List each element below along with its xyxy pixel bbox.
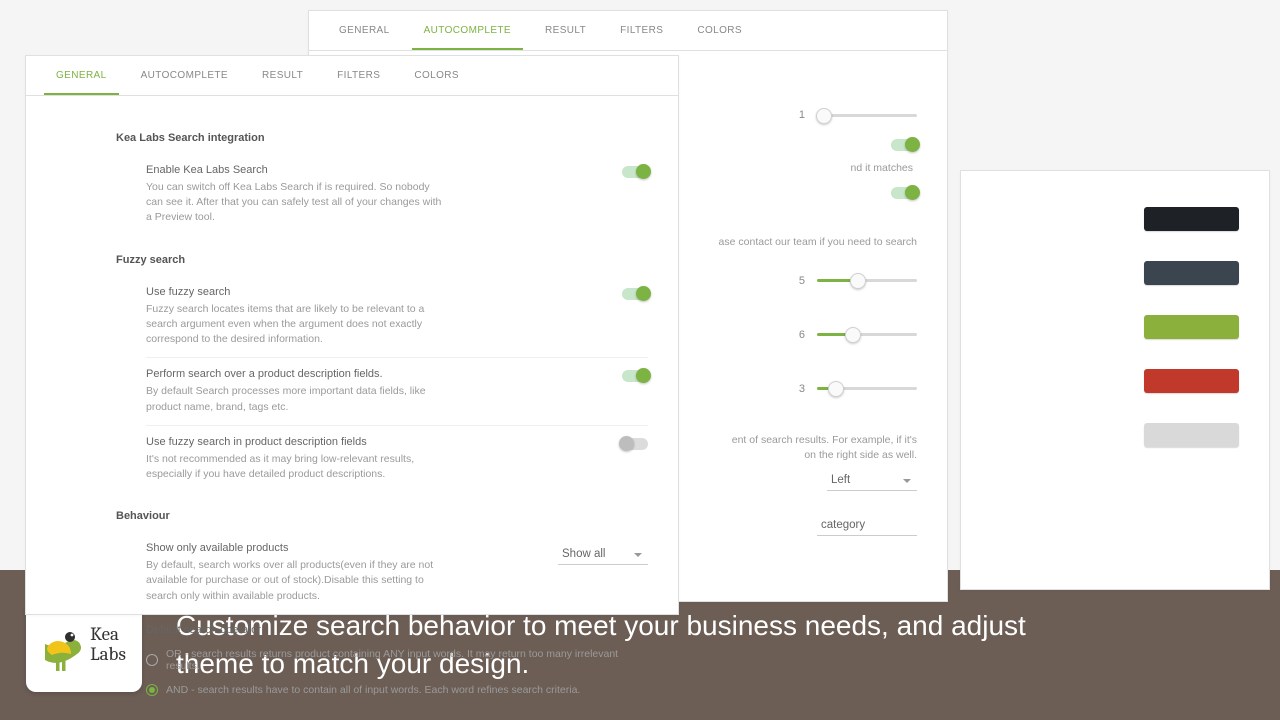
tab-colors[interactable]: COLORS: [685, 11, 754, 50]
enable-desc: You can switch off Kea Labs Search if is…: [146, 180, 446, 226]
toggle-fuzzy[interactable]: [622, 288, 648, 300]
tab-general[interactable]: GENERAL: [44, 56, 119, 95]
panel-general: GENERAL AUTOCOMPLETE RESULT FILTERS COLO…: [25, 55, 679, 615]
tab-colors[interactable]: COLORS: [402, 56, 471, 95]
toggle-ac-1[interactable]: [891, 139, 917, 151]
toggle-fuzzy-description[interactable]: [622, 438, 648, 450]
fuzzydesc-desc: It's not recommended as it may bring low…: [146, 452, 446, 482]
radio-or[interactable]: [146, 654, 158, 666]
fuzzydesc-title: Use fuzzy search in product description …: [146, 436, 538, 448]
color-swatch-4[interactable]: [1144, 369, 1239, 393]
tab-filters[interactable]: FILTERS: [325, 56, 392, 95]
slider-5-value: 5: [789, 275, 805, 287]
radio-or-label: OR - search results returns product cont…: [166, 648, 648, 672]
toggle-ac-2[interactable]: [891, 187, 917, 199]
color-swatch-5[interactable]: [1144, 423, 1239, 447]
color-swatch-3[interactable]: [1144, 315, 1239, 339]
tab-filters[interactable]: FILTERS: [608, 11, 675, 50]
tab-general[interactable]: GENERAL: [327, 11, 402, 50]
fuzzy-title: Use fuzzy search: [146, 286, 538, 298]
select-availability[interactable]: Show all: [558, 544, 648, 565]
toggle-search-description[interactable]: [622, 370, 648, 382]
toggle-enable-search[interactable]: [622, 166, 648, 178]
slider-6[interactable]: [817, 333, 917, 336]
tab-autocomplete[interactable]: AUTOCOMPLETE: [129, 56, 240, 95]
slider-6-value: 6: [789, 329, 805, 341]
slider-1[interactable]: [817, 114, 917, 117]
tabs-general: GENERAL AUTOCOMPLETE RESULT FILTERS COLO…: [26, 56, 678, 96]
searchdesc-desc: By default Search processes more importa…: [146, 384, 446, 414]
slider-3[interactable]: [817, 387, 917, 390]
section-fuzzy: Fuzzy search: [116, 254, 648, 266]
section-integration: Kea Labs Search integration: [116, 132, 648, 144]
tab-result[interactable]: RESULT: [533, 11, 598, 50]
radio-and-row[interactable]: AND - search results have to contain all…: [146, 678, 648, 702]
section-behaviour: Behaviour: [116, 510, 648, 522]
slider-3-value: 3: [789, 383, 805, 395]
defop-title: Default search operator: [146, 624, 648, 636]
color-swatch-2[interactable]: [1144, 261, 1239, 285]
color-swatch-1[interactable]: [1144, 207, 1239, 231]
searchdesc-title: Perform search over a product descriptio…: [146, 368, 538, 380]
avail-desc: By default, search works over all produc…: [146, 558, 446, 604]
enable-title: Enable Kea Labs Search: [146, 164, 538, 176]
select-alignment[interactable]: Left: [827, 470, 917, 491]
avail-title: Show only available products: [146, 542, 538, 554]
tab-result[interactable]: RESULT: [250, 56, 315, 95]
tab-autocomplete[interactable]: AUTOCOMPLETE: [412, 11, 523, 50]
radio-or-row[interactable]: OR - search results returns product cont…: [146, 642, 648, 678]
radio-and[interactable]: [146, 684, 158, 696]
fuzzy-desc: Fuzzy search locates items that are like…: [146, 302, 446, 348]
radio-and-label: AND - search results have to contain all…: [166, 684, 580, 696]
slider-5[interactable]: [817, 279, 917, 282]
panel-colors: [960, 170, 1270, 590]
input-category[interactable]: [817, 515, 917, 536]
slider-1-value: 1: [789, 109, 805, 121]
tabs-autocomplete: GENERAL AUTOCOMPLETE RESULT FILTERS COLO…: [309, 11, 947, 51]
